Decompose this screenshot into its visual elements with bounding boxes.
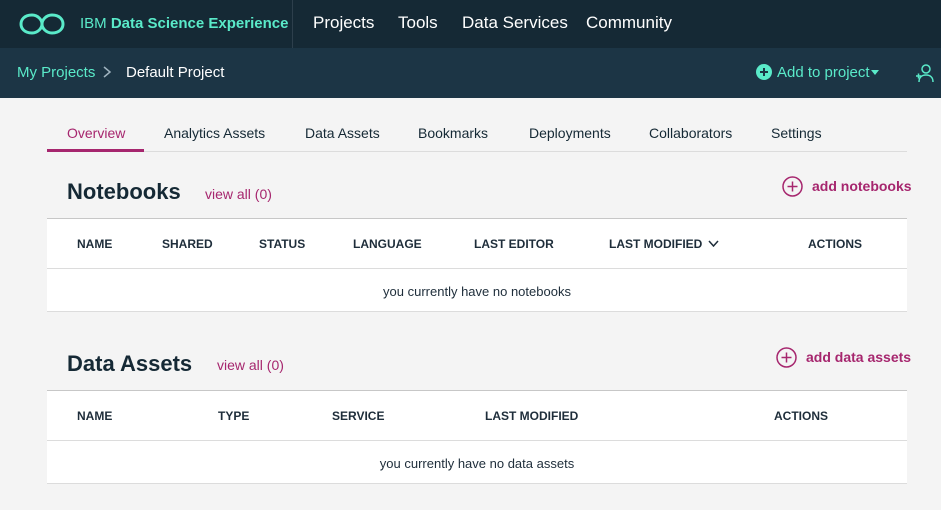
- data-assets-table-header: NAME TYPE SERVICE LAST MODIFIED ACTIONS: [47, 391, 907, 441]
- active-tab-indicator: [47, 149, 144, 152]
- plus-circle-outline-icon: [782, 176, 803, 197]
- top-navigation-bar: IBM Data Science Experience Projects Too…: [0, 0, 941, 48]
- tab-settings[interactable]: Settings: [771, 125, 822, 141]
- column-header-service[interactable]: SERVICE: [332, 409, 384, 423]
- column-header-last-editor[interactable]: LAST EDITOR: [474, 237, 554, 251]
- tab-data-assets[interactable]: Data Assets: [305, 125, 380, 141]
- column-header-name[interactable]: NAME: [77, 237, 112, 251]
- chevron-right-icon: [103, 66, 112, 78]
- notebooks-empty-row: you currently have no notebooks: [47, 269, 907, 312]
- add-data-assets-label: add data assets: [806, 349, 912, 365]
- tab-overview[interactable]: Overview: [67, 125, 125, 141]
- column-header-name[interactable]: NAME: [77, 409, 112, 423]
- user-add-icon[interactable]: [916, 63, 934, 83]
- nav-data-services[interactable]: Data Services: [462, 13, 568, 33]
- project-header-bar: My Projects Default Project Add to proje…: [0, 48, 941, 98]
- notebooks-empty-message: you currently have no notebooks: [383, 284, 571, 299]
- infinity-logo-icon: [19, 13, 65, 35]
- data-assets-title: Data Assets: [67, 351, 193, 376]
- notebooks-table: NAME SHARED STATUS LANGUAGE LAST EDITOR …: [47, 218, 907, 312]
- column-header-type[interactable]: TYPE: [218, 409, 249, 423]
- data-assets-empty-message: you currently have no data assets: [379, 456, 575, 471]
- notebooks-table-header: NAME SHARED STATUS LANGUAGE LAST EDITOR …: [47, 219, 907, 269]
- nav-community[interactable]: Community: [586, 13, 672, 33]
- breadcrumb-current-project: Default Project: [126, 64, 225, 81]
- column-header-actions: ACTIONS: [808, 237, 862, 251]
- tab-collaborators[interactable]: Collaborators: [649, 125, 732, 141]
- brand-ibm: IBM: [80, 15, 107, 32]
- plus-circle-icon: [756, 64, 772, 80]
- tab-deployments[interactable]: Deployments: [529, 125, 611, 141]
- project-tabs: Overview Analytics Assets Data Assets Bo…: [47, 116, 907, 152]
- column-header-status[interactable]: STATUS: [259, 237, 305, 251]
- notebooks-view-all-link[interactable]: view all (0): [205, 186, 272, 202]
- caret-down-icon: [871, 70, 879, 75]
- column-header-shared[interactable]: SHARED: [162, 237, 213, 251]
- column-header-actions: ACTIONS: [774, 409, 828, 423]
- tab-analytics-assets[interactable]: Analytics Assets: [164, 125, 265, 141]
- chevron-down-icon[interactable]: [708, 240, 719, 247]
- data-assets-view-all-link[interactable]: view all (0): [217, 357, 284, 373]
- brand[interactable]: IBM Data Science Experience: [0, 0, 293, 48]
- column-header-language[interactable]: LANGUAGE: [353, 237, 422, 251]
- breadcrumb-my-projects[interactable]: My Projects: [17, 64, 95, 81]
- plus-circle-outline-icon: [776, 347, 797, 368]
- data-assets-empty-row: you currently have no data assets: [47, 441, 907, 484]
- notebooks-title: Notebooks: [67, 179, 181, 204]
- tab-bookmarks[interactable]: Bookmarks: [418, 125, 488, 141]
- column-header-last-modified[interactable]: LAST MODIFIED: [485, 409, 578, 423]
- brand-product-name: Data Science Experience: [110, 15, 289, 32]
- nav-tools[interactable]: Tools: [398, 13, 438, 33]
- data-assets-table: NAME TYPE SERVICE LAST MODIFIED ACTIONS …: [47, 390, 907, 484]
- column-header-last-modified[interactable]: LAST MODIFIED: [609, 237, 702, 251]
- add-notebooks-label: add notebooks: [812, 178, 912, 194]
- add-to-project-label: Add to project: [777, 64, 870, 81]
- brand-title: IBM Data Science Experience: [80, 15, 288, 32]
- nav-projects[interactable]: Projects: [313, 13, 374, 33]
